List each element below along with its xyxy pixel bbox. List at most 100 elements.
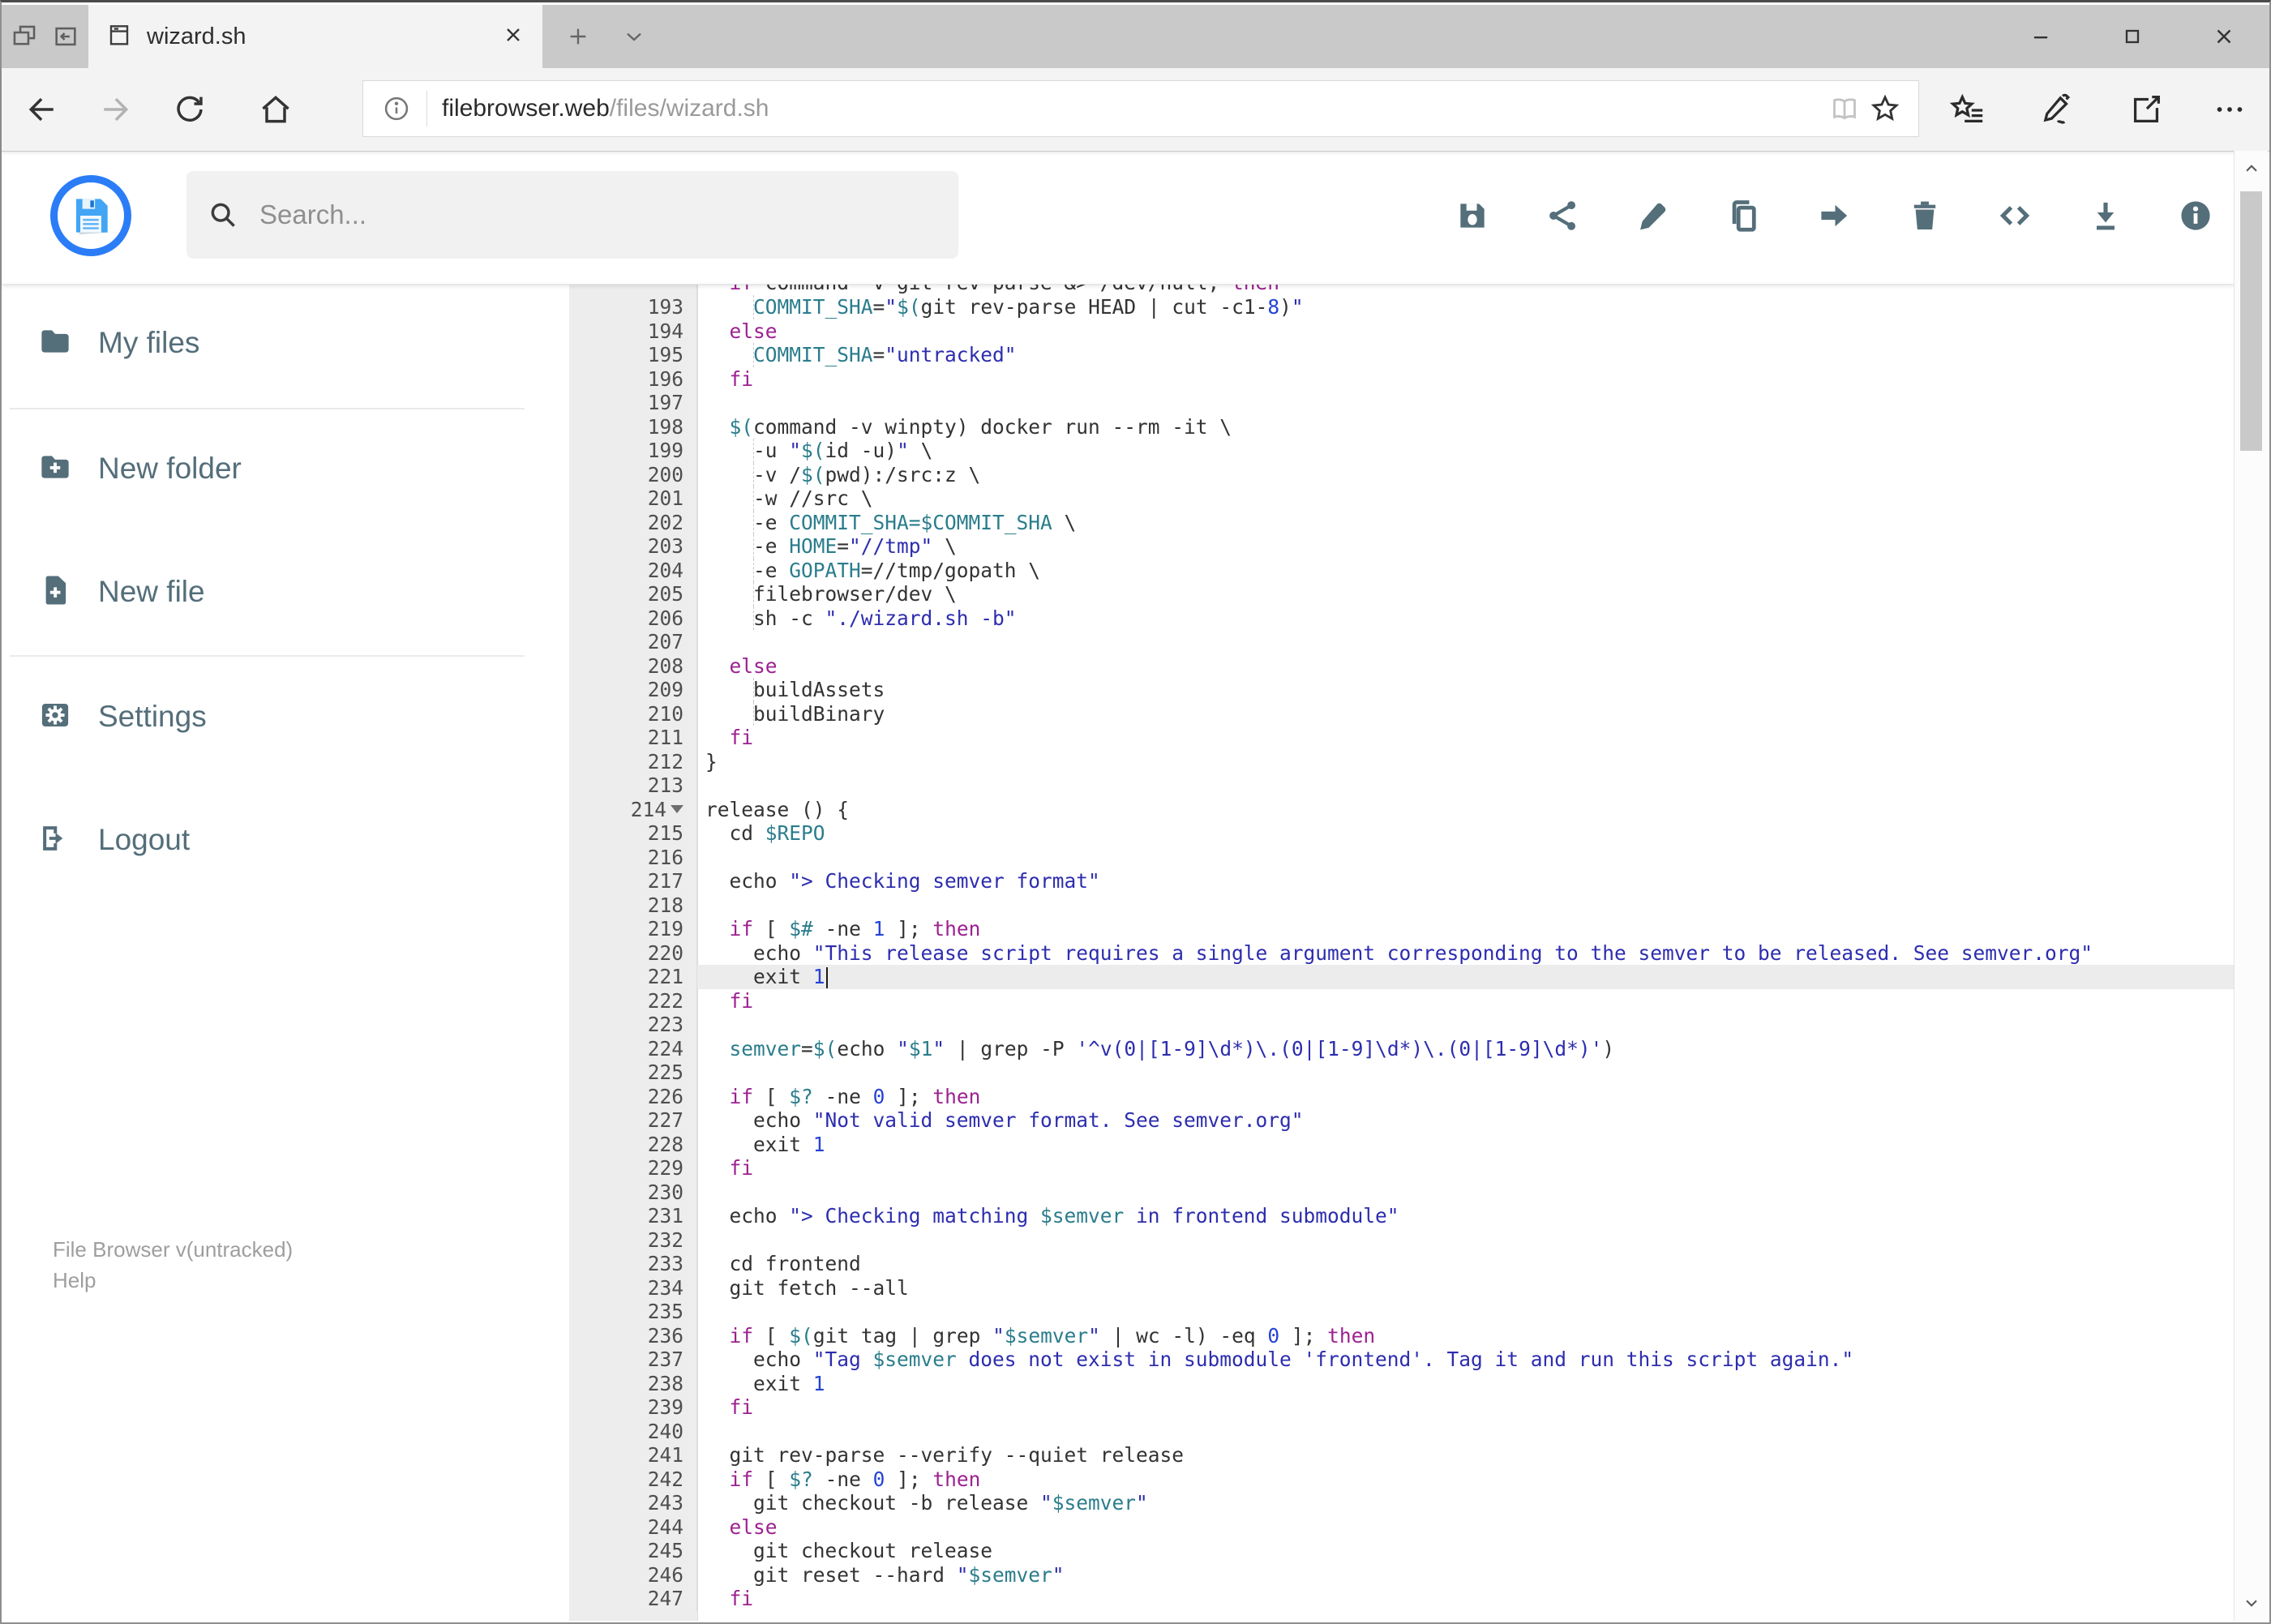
rename-icon[interactable] (1634, 196, 1673, 235)
code-line-246[interactable]: 246 git reset --hard "$semver" (569, 1562, 2235, 1587)
code-line-content[interactable] (697, 1228, 2235, 1253)
scroll-up-icon[interactable] (2235, 152, 2268, 185)
code-line-230[interactable]: 230 (569, 1180, 2235, 1204)
code-line-content[interactable]: fi (697, 989, 2235, 1013)
code-line-210[interactable]: 210 buildBinary (569, 701, 2235, 726)
code-line-211[interactable]: 211 fi (569, 726, 2235, 750)
code-line-content[interactable]: git checkout -b release "$semver" (697, 1491, 2235, 1515)
code-line-content[interactable]: buildBinary (697, 701, 2235, 726)
back-icon[interactable] (21, 88, 63, 131)
code-line-content[interactable]: sh -c "./wizard.sh -b" (697, 606, 2235, 631)
code-line-223[interactable]: 223 (569, 1013, 2235, 1037)
help-link[interactable]: Help (53, 1265, 293, 1296)
reading-view-book-icon[interactable] (1824, 88, 1865, 129)
code-line-242[interactable]: 242 if [ $? -ne 0 ]; then (569, 1467, 2235, 1492)
code-line-194[interactable]: 194 else (569, 319, 2235, 343)
code-line-content[interactable]: -w //src \ (697, 486, 2235, 511)
move-icon[interactable] (1815, 196, 1853, 235)
code-line-content[interactable]: echo "This release script requires a sin… (697, 941, 2235, 966)
code-editor[interactable]: if command -v git rev-parse &> /dev/null… (569, 284, 2235, 1621)
code-line-content[interactable]: -u "$(id -u)" \ (697, 439, 2235, 463)
favorite-star-icon[interactable] (1865, 88, 1905, 129)
address-bar[interactable]: filebrowser.web/files/wizard.sh (362, 80, 1919, 137)
code-line-content[interactable] (697, 846, 2235, 870)
new-tab-button[interactable] (555, 5, 601, 68)
code-line-content[interactable] (697, 630, 2235, 654)
set-tabs-aside-icon[interactable] (6, 19, 42, 54)
search-input[interactable] (258, 199, 937, 231)
code-line-content[interactable]: release () { (697, 798, 2235, 822)
code-line-content[interactable]: else (697, 654, 2235, 679)
search-bar[interactable] (186, 171, 958, 259)
code-line-content[interactable]: if [ $# -ne 1 ]; then (697, 917, 2235, 941)
code-line-222[interactable]: 222 fi (569, 988, 2235, 1013)
sidebar-item-logout[interactable]: Logout (2, 795, 569, 885)
code-line-content[interactable]: cd frontend (697, 1252, 2235, 1276)
code-line-partial[interactable]: if command -v git rev-parse &> /dev/null… (569, 284, 2235, 295)
code-line-204[interactable]: 204 -e GOPATH=//tmp/gopath \ (569, 558, 2235, 582)
code-line-209[interactable]: 209 buildAssets (569, 678, 2235, 702)
fold-arrow-icon[interactable] (671, 805, 683, 814)
code-line-208[interactable]: 208 else (569, 653, 2235, 679)
code-line-202[interactable]: 202 -e COMMIT_SHA=$COMMIT_SHA \ (569, 510, 2235, 535)
code-line-228[interactable]: 228 exit 1 (569, 1132, 2235, 1156)
code-line-content[interactable]: fi (697, 726, 2235, 750)
code-line-231[interactable]: 231 echo "> Checking matching $semver in… (569, 1204, 2235, 1228)
code-line-content[interactable]: } (697, 750, 2235, 774)
home-icon[interactable] (255, 88, 297, 131)
code-line-content[interactable] (697, 1420, 2235, 1444)
code-icon[interactable] (1995, 196, 2034, 235)
code-line-195[interactable]: 195 COMMIT_SHA="untracked" (569, 343, 2235, 367)
code-line-content[interactable]: fi (697, 1156, 2235, 1181)
code-line-content[interactable]: COMMIT_SHA="$(git rev-parse HEAD | cut -… (697, 295, 2235, 319)
filebrowser-logo[interactable] (50, 175, 131, 256)
code-line-239[interactable]: 239 fi (569, 1395, 2235, 1420)
code-line-241[interactable]: 241 git rev-parse --verify --quiet relea… (569, 1443, 2235, 1468)
code-line-content[interactable]: if [ $? -ne 0 ]; then (697, 1468, 2235, 1492)
code-line-226[interactable]: 226 if [ $? -ne 0 ]; then (569, 1084, 2235, 1108)
code-line-content[interactable]: filebrowser/dev \ (697, 582, 2235, 606)
code-line-236[interactable]: 236 if [ $(git tag | grep "$semver" | wc… (569, 1323, 2235, 1348)
code-line-205[interactable]: 205 filebrowser/dev \ (569, 582, 2235, 606)
code-line-content[interactable] (697, 391, 2235, 415)
code-line-content[interactable]: cd $REPO (697, 821, 2235, 846)
tab-wizard-sh[interactable]: wizard.sh (88, 5, 542, 68)
code-line-243[interactable]: 243 git checkout -b release "$semver" (569, 1491, 2235, 1515)
code-line-217[interactable]: 217 echo "> Checking semver format" (569, 869, 2235, 893)
code-line-content[interactable]: else (697, 1515, 2235, 1540)
code-line-content[interactable]: git checkout release (697, 1539, 2235, 1563)
code-line-201[interactable]: 201 -w //src \ (569, 486, 2235, 511)
code-line-content[interactable]: -v /$(pwd):/src:z \ (697, 462, 2235, 487)
refresh-icon[interactable] (169, 88, 211, 131)
code-line-content[interactable]: git fetch --all (697, 1276, 2235, 1300)
code-line-content[interactable] (697, 773, 2235, 798)
web-notes-pen-icon[interactable] (2036, 88, 2078, 131)
page-scrollbar[interactable] (2234, 151, 2268, 1621)
code-line-content[interactable]: exit 1 (697, 965, 2235, 989)
code-line-content[interactable]: fi (697, 1395, 2235, 1420)
code-line-content[interactable] (697, 1061, 2235, 1085)
code-line-content[interactable]: if [ $(git tag | grep "$semver" | wc -l)… (697, 1324, 2235, 1348)
info-circle-icon[interactable] (376, 88, 417, 129)
minimize-icon[interactable] (1995, 5, 2086, 68)
code-line-206[interactable]: 206 sh -c "./wizard.sh -b" (569, 606, 2235, 631)
code-line-235[interactable]: 235 (569, 1300, 2235, 1324)
code-line-content[interactable]: -e COMMIT_SHA=$COMMIT_SHA \ (697, 510, 2235, 535)
code-line-193[interactable]: 193 COMMIT_SHA="$(git rev-parse HEAD | c… (569, 295, 2235, 319)
code-line-224[interactable]: 224 semver=$(echo "$1" | grep -P '^v(0|[… (569, 1036, 2235, 1061)
maximize-icon[interactable] (2086, 5, 2178, 68)
code-line-content[interactable]: echo "> Checking semver format" (697, 869, 2235, 893)
save-icon[interactable] (1453, 196, 1492, 235)
sidebar-item-settings[interactable]: Settings (2, 672, 569, 761)
code-line-content[interactable]: fi (697, 1587, 2235, 1611)
code-line-content[interactable]: -e HOME="//tmp" \ (697, 534, 2235, 559)
code-line-227[interactable]: 227 echo "Not valid semver format. See s… (569, 1108, 2235, 1133)
download-icon[interactable] (2086, 196, 2125, 235)
code-line-content[interactable]: fi (697, 367, 2235, 392)
code-line-240[interactable]: 240 (569, 1419, 2235, 1444)
code-line-238[interactable]: 238 exit 1 (569, 1371, 2235, 1395)
sidebar-item-new-file[interactable]: New file (2, 547, 569, 636)
window-close-icon[interactable] (2178, 5, 2269, 68)
code-line-197[interactable]: 197 (569, 391, 2235, 415)
code-line-content[interactable]: echo "> Checking matching $semver in fro… (697, 1204, 2235, 1228)
